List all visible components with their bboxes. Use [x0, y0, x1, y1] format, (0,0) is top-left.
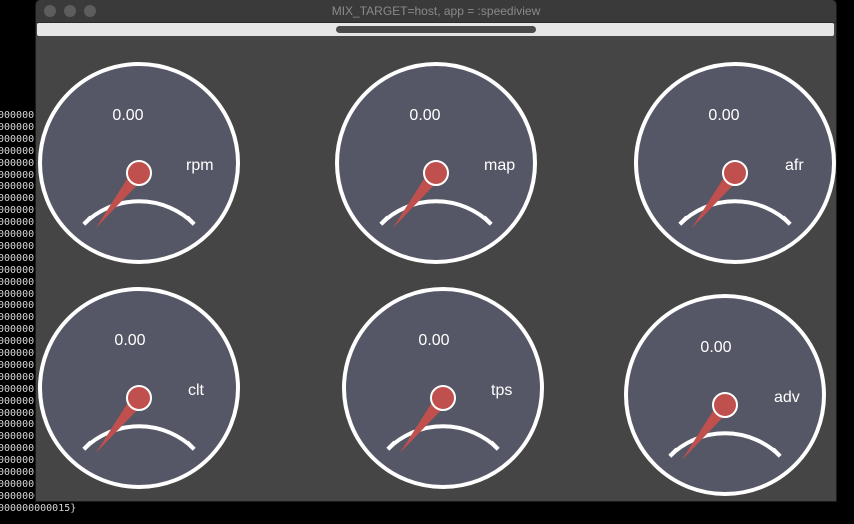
terminal-line: 000000: [0, 181, 35, 193]
gauge-needle-hub: [126, 160, 152, 186]
gauge-value: 0.00: [708, 107, 740, 124]
gauge-adv: 0.00 adv: [623, 293, 827, 497]
gauge-value: 0.00: [700, 339, 732, 356]
window-title: MIX_TARGET=host, app = :speediview: [331, 4, 541, 18]
title-bar[interactable]: MIX_TARGET=host, app = :speediview: [36, 0, 836, 23]
top-scrollbar[interactable]: [37, 23, 834, 36]
terminal-line: 000000: [0, 205, 35, 217]
terminal-line: 000000: [0, 217, 35, 229]
gauge-label: map: [484, 157, 516, 174]
gauge-label: adv: [774, 389, 800, 406]
gauge-label: rpm: [186, 157, 214, 174]
gauge-clt: 0.00 clt: [37, 286, 241, 490]
terminal-line: 000000: [0, 288, 35, 300]
terminal-line: 000000: [0, 252, 35, 264]
terminal-line: 000000: [0, 229, 35, 240]
terminal-line: 000000: [0, 240, 35, 252]
terminal-line: 000000: [0, 336, 35, 348]
terminal-line: 000000: [0, 145, 35, 157]
gauge-label: afr: [785, 157, 804, 174]
gauge-needle-hub: [423, 160, 449, 186]
terminal-line: 000000: [0, 419, 35, 431]
terminal-line: 000000: [0, 276, 35, 288]
gauge-value: 0.00: [114, 332, 146, 349]
gauge-value: 0.00: [418, 332, 450, 349]
terminal-line: 000000: [0, 455, 35, 467]
terminal-line: 000000: [0, 169, 35, 181]
terminal-line: 000000: [0, 193, 35, 205]
terminal-line: 000000: [0, 407, 35, 419]
gauge-map: 0.00 map: [334, 61, 538, 265]
gauge-tps: 0.00 tps: [341, 286, 545, 490]
gauge-label: clt: [188, 382, 204, 399]
gauge-afr: 0.00 afr: [633, 61, 836, 265]
terminal-line: 000000: [0, 324, 35, 336]
terminal-line: 000000: [0, 121, 35, 133]
gauge-value: 0.00: [112, 107, 144, 124]
terminal-line: 000000: [0, 348, 35, 359]
gauge-dial: [342, 287, 544, 489]
terminal-line: 000000: [0, 371, 35, 383]
terminal-line: 000000: [0, 359, 35, 371]
gauge-rpm: 0.00 rpm: [37, 61, 241, 265]
terminal-line: 000000: [0, 443, 35, 455]
terminal-line: 000000000015}: [0, 502, 77, 514]
gauge-dial: [634, 62, 836, 264]
terminal-line: 000000: [0, 478, 35, 490]
scrollbar-handle[interactable]: [336, 26, 536, 33]
terminal-line: 000000: [0, 395, 35, 407]
terminal-line: 000000: [0, 264, 35, 276]
terminal-line: 000000: [0, 157, 35, 169]
gauge-needle-hub: [712, 392, 738, 418]
gauge-needle-hub: [722, 160, 748, 186]
gauge-needle-hub: [430, 385, 456, 411]
terminal-line: 000000: [0, 110, 35, 121]
terminal-line: 000000: [0, 300, 35, 312]
dashboard: 0.00 rpm 0.00 map 0.00 afr 0.00 clt 0.00…: [36, 36, 836, 501]
terminal-line: 000000: [0, 467, 35, 478]
terminal-line: 000000: [0, 383, 35, 395]
gauge-label: tps: [491, 382, 513, 399]
gauge-value: 0.00: [409, 107, 441, 124]
terminal-line: 000000: [0, 431, 35, 443]
terminal-line: 000000: [0, 312, 35, 324]
speediview-window: MIX_TARGET=host, app = :speediview 0.00 …: [36, 0, 836, 501]
gauge-dial: [38, 287, 240, 489]
gauge-needle-hub: [126, 385, 152, 411]
terminal-line: 000000: [0, 133, 35, 145]
